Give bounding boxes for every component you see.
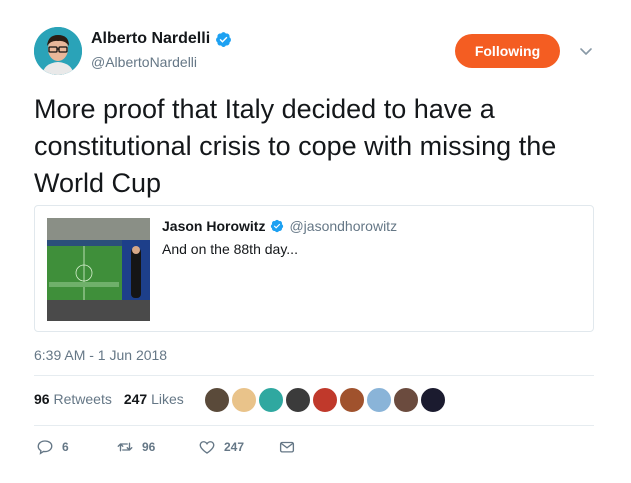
retweet-button[interactable]: 96 [116, 438, 198, 456]
author-handle[interactable]: @AlbertoNardelli [91, 54, 232, 70]
liker-avatar[interactable] [312, 387, 338, 413]
divider [34, 375, 594, 376]
quoted-tweet-card[interactable]: Jason Horowitz @jasondhorowitz And on th… [34, 205, 594, 332]
quoted-author-handle[interactable]: @jasondhorowitz [289, 218, 397, 234]
verified-badge-icon [216, 31, 232, 47]
quoted-tweet-image [47, 218, 150, 321]
like-count: 247 [224, 440, 245, 454]
divider [34, 425, 594, 426]
envelope-icon [279, 441, 295, 453]
tweet-text: More proof that Italy decided to have a … [34, 94, 557, 198]
tweet-header: Alberto Nardelli @AlbertoNardelli Follow… [34, 27, 614, 77]
reply-icon [37, 440, 53, 455]
liker-avatar[interactable] [285, 387, 311, 413]
reply-count: 6 [62, 440, 69, 454]
quoted-tweet-text: And on the 88th day... [162, 241, 298, 257]
heart-icon [199, 441, 215, 454]
reply-button[interactable]: 6 [36, 438, 116, 456]
liker-avatar[interactable] [339, 387, 365, 413]
retweets-label: Retweets [53, 391, 112, 407]
chevron-down-icon[interactable] [578, 43, 594, 59]
liker-avatar[interactable] [258, 387, 284, 413]
author-avatar[interactable] [34, 27, 82, 75]
likes-stat[interactable]: 247 Likes [124, 391, 184, 407]
liker-avatar[interactable] [366, 387, 392, 413]
likes-count: 247 [123, 391, 148, 407]
author-name[interactable]: Alberto Nardelli [91, 30, 210, 48]
retweets-count: 96 [34, 391, 50, 407]
likers-avatars[interactable] [204, 387, 446, 413]
liker-avatar[interactable] [393, 387, 419, 413]
quoted-author-name[interactable]: Jason Horowitz [162, 218, 265, 234]
liker-avatar[interactable] [204, 387, 230, 413]
likes-label: Likes [151, 391, 184, 407]
following-button[interactable]: Following [455, 34, 560, 68]
engagement-stats: 96 Retweets 247 Likes [34, 391, 184, 407]
retweet-count: 96 [142, 440, 156, 454]
retweets-stat[interactable]: 96 Retweets [34, 391, 112, 407]
direct-message-button[interactable] [278, 438, 296, 456]
tweet-actions: 6 96 247 [36, 438, 296, 456]
liker-avatar[interactable] [420, 387, 446, 413]
verified-badge-icon [271, 219, 284, 233]
like-button[interactable]: 247 [198, 438, 278, 456]
liker-avatar[interactable] [231, 387, 257, 413]
tweet-timestamp[interactable]: 6:39 AM - 1 Jun 2018 [34, 347, 167, 363]
retweet-icon [117, 442, 133, 452]
